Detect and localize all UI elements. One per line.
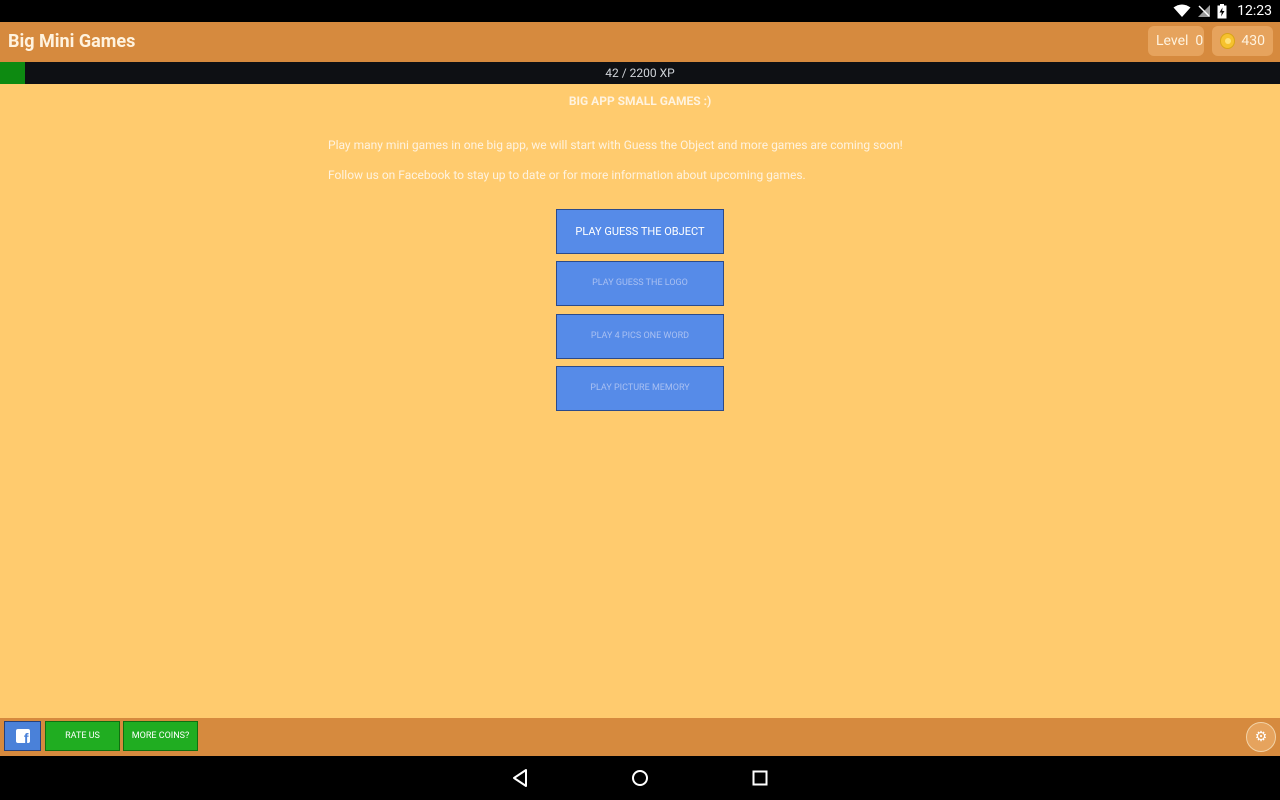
bottom-bar: f RATE US MORE COINS? ⚙ (0, 718, 1280, 756)
facebook-info-text: Follow us on Facebook to stay up to date… (328, 168, 806, 182)
battery-charging-icon (1217, 3, 1227, 18)
level-value: 0 (1195, 33, 1204, 49)
recents-icon[interactable] (748, 766, 772, 790)
facebook-button[interactable]: f (4, 721, 41, 751)
gear-icon: ⚙ (1254, 729, 1268, 745)
status-bar: 12:23 (0, 0, 1280, 22)
play-4-pics-one-word-button[interactable]: PLAY 4 PICS ONE WORD (556, 314, 724, 359)
home-icon[interactable] (628, 766, 652, 790)
settings-button[interactable]: ⚙ (1246, 722, 1276, 752)
wifi-icon (1173, 4, 1191, 17)
navigation-bar (0, 756, 1280, 800)
main-content: BIG APP SMALL GAMES :) Play many mini ga… (0, 84, 1280, 718)
level-badge[interactable]: Level 0 (1148, 26, 1204, 56)
play-guess-the-object-button[interactable]: PLAY GUESS THE OBJECT (556, 209, 724, 254)
app-bar: Big Mini Games Level 0 430 (0, 22, 1280, 62)
more-coins-button[interactable]: MORE COINS? (123, 721, 198, 751)
xp-text: 42 / 2200 XP (605, 66, 675, 80)
xp-progress-bar: 42 / 2200 XP (0, 62, 1280, 84)
no-signal-icon (1198, 5, 1211, 17)
description-text: Play many mini games in one big app, we … (328, 138, 903, 152)
coins-value: 430 (1241, 33, 1265, 49)
coin-icon (1220, 33, 1236, 49)
coins-badge[interactable]: 430 (1212, 26, 1273, 56)
rate-us-button[interactable]: RATE US (45, 721, 120, 751)
play-guess-the-logo-button[interactable]: PLAY GUESS THE LOGO (556, 261, 724, 306)
app-title: Big Mini Games (8, 31, 136, 52)
level-label: Level (1156, 33, 1189, 49)
headline: BIG APP SMALL GAMES :) (568, 94, 712, 108)
status-icons: 12:23 (1173, 0, 1272, 22)
play-picture-memory-button[interactable]: PLAY PICTURE MEMORY (556, 366, 724, 411)
status-time: 12:23 (1237, 3, 1272, 19)
facebook-icon: f (15, 729, 30, 745)
back-icon[interactable] (508, 766, 532, 790)
